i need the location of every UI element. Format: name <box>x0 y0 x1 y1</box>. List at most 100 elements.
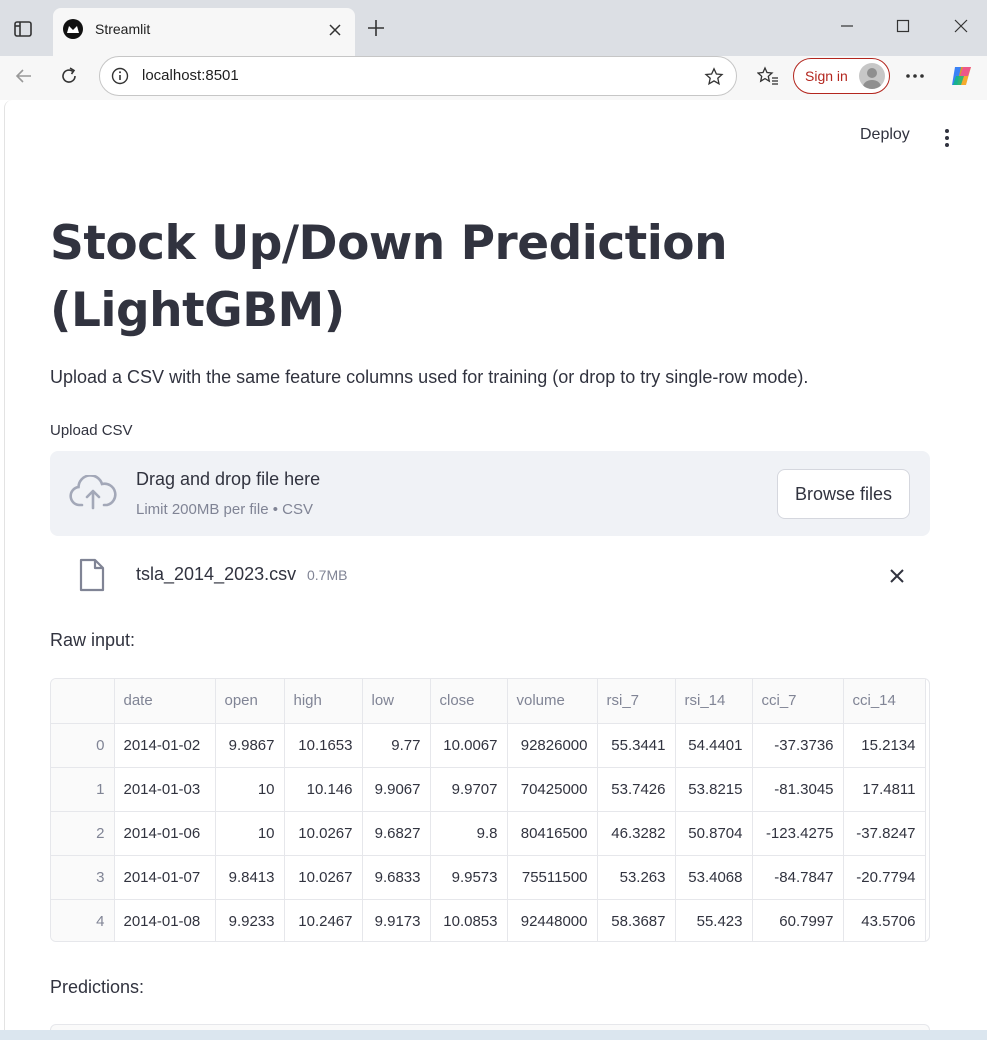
cloud-upload-icon <box>68 474 118 511</box>
table-cell[interactable]: 9.9067 <box>362 767 431 812</box>
table-cell[interactable]: 10.146 <box>284 767 363 812</box>
table-cell[interactable]: 58.3687 <box>597 899 676 941</box>
site-info-icon[interactable] <box>110 66 130 86</box>
table-cell[interactable]: 43.5706 <box>843 899 926 941</box>
deploy-button[interactable]: Deploy <box>860 126 910 144</box>
table-cell[interactable]: 10 <box>215 811 285 856</box>
table-cell[interactable]: -84.7847 <box>752 855 844 900</box>
table-cell[interactable]: 10 <box>215 767 285 812</box>
table-cell[interactable]: 9.9233 <box>215 899 285 941</box>
column-header-index <box>51 679 115 724</box>
table-cell[interactable]: 9.9573 <box>430 855 508 900</box>
column-header[interactable]: low <box>362 679 431 724</box>
table-cell[interactable]: -37.3736 <box>752 723 844 768</box>
favorites-icon[interactable] <box>752 60 784 92</box>
page-title-line-1: Stock Up/Down Prediction <box>50 216 728 271</box>
column-header[interactable]: date <box>114 679 216 724</box>
window-close-icon[interactable] <box>943 10 979 42</box>
table-cell[interactable]: 9.77 <box>362 723 431 768</box>
table-cell[interactable]: 55.3441 <box>597 723 676 768</box>
table-cell[interactable]: 9.9173 <box>362 899 431 941</box>
table-cell[interactable]: 53.8215 <box>675 767 753 812</box>
table-cell[interactable]: 70425000 <box>507 767 598 812</box>
maximize-icon[interactable] <box>885 10 921 42</box>
table-cell[interactable]: 15.2134 <box>843 723 926 768</box>
table-cell[interactable]: 9.9707 <box>430 767 508 812</box>
address-bar[interactable]: localhost:8501 <box>99 56 737 96</box>
row-index: 2 <box>51 811 115 856</box>
table-row: 4 2014-01-08 9.9233 10.2467 9.9173 10.08… <box>51 899 926 941</box>
table-cell[interactable]: 10.1653 <box>284 723 363 768</box>
table-cell[interactable]: 53.263 <box>597 855 676 900</box>
page-viewport: Deploy Stock Up/Down Prediction (LightGB… <box>4 100 987 1030</box>
sign-in-button[interactable]: Sign in <box>793 58 890 94</box>
table-cell[interactable]: 2014-01-07 <box>114 855 216 900</box>
table-cell[interactable]: -81.3045 <box>752 767 844 812</box>
table-cell[interactable]: 53.7426 <box>597 767 676 812</box>
table-cell[interactable]: 9.9867 <box>215 723 285 768</box>
browser-tab[interactable]: Streamlit <box>53 8 355 56</box>
column-header[interactable]: cci_14 <box>843 679 926 724</box>
browse-files-button[interactable]: Browse files <box>777 469 910 519</box>
raw-input-table: date open high low close volume rsi_7 rs… <box>51 679 926 941</box>
table-cell[interactable]: 10.0267 <box>284 811 363 856</box>
table-cell[interactable]: 9.8413 <box>215 855 285 900</box>
table-cell[interactable]: 75511500 <box>507 855 598 900</box>
table-cell[interactable]: 92448000 <box>507 899 598 941</box>
more-menu-icon[interactable] <box>899 60 931 92</box>
page-title-line-2: (LightGBM) <box>50 283 345 338</box>
favorite-star-icon[interactable] <box>702 65 726 89</box>
table-cell[interactable]: 92826000 <box>507 723 598 768</box>
column-header[interactable]: rsi_7 <box>597 679 676 724</box>
raw-input-label: Raw input: <box>50 630 136 650</box>
upload-label: Upload CSV <box>50 422 133 439</box>
main-menu-icon[interactable] <box>935 126 959 150</box>
table-cell[interactable]: 2014-01-08 <box>114 899 216 941</box>
file-dropzone[interactable]: Drag and drop file here Limit 200MB per … <box>50 451 930 536</box>
row-index: 4 <box>51 899 115 941</box>
table-cell[interactable]: 53.4068 <box>675 855 753 900</box>
column-header[interactable]: open <box>215 679 285 724</box>
table-cell[interactable]: 10.0853 <box>430 899 508 941</box>
table-cell[interactable]: 50.8704 <box>675 811 753 856</box>
table-cell[interactable]: 2014-01-03 <box>114 767 216 812</box>
raw-input-dataframe[interactable]: date open high low close volume rsi_7 rs… <box>50 678 930 942</box>
table-cell[interactable]: 2014-01-02 <box>114 723 216 768</box>
column-header[interactable]: close <box>430 679 508 724</box>
minimize-icon[interactable] <box>829 10 865 42</box>
table-cell[interactable]: 10.2467 <box>284 899 363 941</box>
column-header[interactable]: volume <box>507 679 598 724</box>
tab-close-icon[interactable] <box>321 16 349 44</box>
table-cell[interactable]: 60.7997 <box>752 899 844 941</box>
column-header[interactable]: cci_7 <box>752 679 844 724</box>
table-cell[interactable]: 55.423 <box>675 899 753 941</box>
column-header[interactable]: rsi_14 <box>675 679 753 724</box>
table-cell[interactable]: 10.0067 <box>430 723 508 768</box>
table-cell[interactable]: -123.4275 <box>752 811 844 856</box>
column-header[interactable]: high <box>284 679 363 724</box>
table-cell[interactable]: 10.0267 <box>284 855 363 900</box>
back-icon[interactable] <box>8 60 40 92</box>
url-text: localhost:8501 <box>142 67 239 84</box>
table-cell[interactable]: 9.6827 <box>362 811 431 856</box>
page-title: Stock Up/Down Prediction (LightGBM) <box>50 210 910 344</box>
tab-title: Streamlit <box>95 21 151 37</box>
table-cell[interactable]: -37.8247 <box>843 811 926 856</box>
remove-file-icon[interactable] <box>883 562 911 590</box>
uploaded-file-size: 0.7MB <box>307 567 348 583</box>
table-cell[interactable]: -20.7794 <box>843 855 926 900</box>
table-cell[interactable]: 17.4811 <box>843 767 926 812</box>
table-cell[interactable]: 9.6833 <box>362 855 431 900</box>
copilot-icon[interactable] <box>946 60 978 92</box>
predictions-label: Predictions: <box>50 977 145 997</box>
table-cell[interactable]: 80416500 <box>507 811 598 856</box>
intro-text: Upload a CSV with the same feature colum… <box>50 367 809 387</box>
reload-icon[interactable] <box>53 60 85 92</box>
table-cell[interactable]: 2014-01-06 <box>114 811 216 856</box>
new-tab-icon[interactable] <box>362 14 390 42</box>
table-cell[interactable]: 9.8 <box>430 811 508 856</box>
table-cell[interactable]: 46.3282 <box>597 811 676 856</box>
row-index: 0 <box>51 723 115 768</box>
table-cell[interactable]: 54.4401 <box>675 723 753 768</box>
tab-actions-icon[interactable] <box>12 18 34 40</box>
